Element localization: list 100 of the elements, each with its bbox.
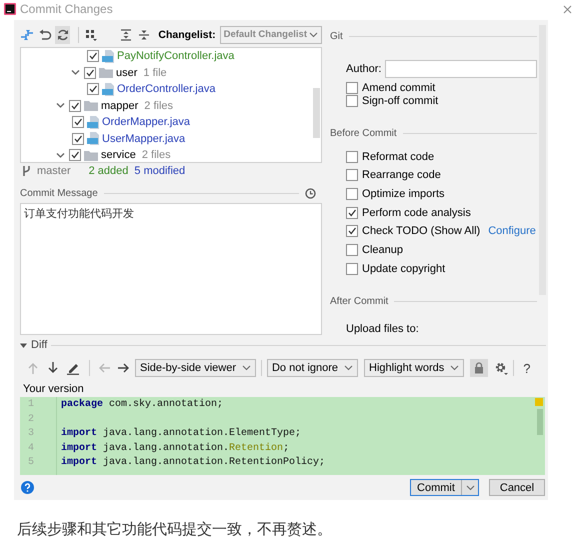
option-label: Optimize imports bbox=[362, 188, 445, 200]
pencil-icon[interactable] bbox=[66, 361, 80, 375]
lock-button[interactable] bbox=[470, 359, 488, 377]
checkbox[interactable] bbox=[346, 206, 358, 219]
folder-icon bbox=[99, 67, 113, 78]
section-title: After Commit bbox=[330, 296, 388, 307]
file-count: 2 files bbox=[142, 149, 171, 162]
move-changes-icon[interactable] bbox=[20, 28, 34, 42]
change-marker bbox=[535, 398, 543, 406]
scrollbar[interactable] bbox=[313, 88, 320, 138]
configure-link[interactable]: Configure bbox=[488, 225, 536, 238]
checkbox[interactable] bbox=[84, 66, 96, 79]
scrollbar[interactable] bbox=[537, 409, 543, 435]
collapse-all-icon[interactable] bbox=[137, 28, 152, 42]
caret-icon bbox=[242, 365, 251, 371]
section-title: Diff bbox=[31, 339, 48, 351]
changelist-label: Changelist: bbox=[158, 28, 216, 41]
chevron-icon[interactable] bbox=[56, 101, 64, 110]
group-by-icon[interactable] bbox=[84, 28, 98, 42]
help-button[interactable]: ? bbox=[523, 360, 530, 376]
java-file-icon bbox=[102, 82, 114, 96]
upload-label: Upload files to: bbox=[346, 323, 420, 335]
folder-name[interactable]: user bbox=[116, 66, 138, 79]
author-label: Author: bbox=[346, 63, 382, 75]
checkbox[interactable] bbox=[346, 225, 358, 238]
section-title: Commit Message bbox=[20, 188, 98, 200]
line-number: 4 bbox=[27, 442, 36, 456]
settings-icon[interactable] bbox=[494, 361, 508, 375]
line-number: 1 bbox=[27, 399, 36, 412]
file-name[interactable]: UserMapper.java bbox=[102, 132, 186, 145]
added-count: 2 added bbox=[88, 165, 128, 178]
folder-icon bbox=[84, 150, 98, 161]
section-title: Git bbox=[330, 31, 343, 42]
checkbox[interactable] bbox=[69, 149, 81, 162]
checkbox[interactable] bbox=[346, 95, 358, 108]
line-number: 2 bbox=[27, 414, 36, 426]
checkbox[interactable] bbox=[346, 188, 358, 200]
checkbox[interactable] bbox=[346, 169, 358, 182]
checkbox[interactable] bbox=[346, 150, 358, 163]
highlight-dropdown[interactable]: Highlight words bbox=[364, 359, 464, 377]
caret-icon bbox=[344, 365, 354, 371]
close-icon[interactable] bbox=[563, 4, 572, 14]
app-icon bbox=[4, 3, 16, 15]
caption-text: 后续步骤和其它功能代码提交一致，不再赘述。 bbox=[17, 520, 333, 539]
checkbox[interactable] bbox=[72, 132, 84, 145]
java-file-icon bbox=[87, 116, 99, 129]
option-label: Update copyright bbox=[362, 262, 446, 275]
section-title: Before Commit bbox=[330, 128, 397, 140]
checkbox[interactable] bbox=[69, 100, 81, 112]
ignore-dropdown[interactable]: Do not ignore bbox=[266, 359, 358, 377]
java-file-icon bbox=[102, 50, 114, 63]
checkbox[interactable] bbox=[346, 82, 358, 94]
caret-icon bbox=[466, 484, 474, 490]
file-name[interactable]: PayNotifyController.java bbox=[117, 50, 234, 62]
code-line: import java.lang.annotation.RetentionPolicy; bbox=[61, 457, 326, 470]
code-line: import java.lang.annotation.ElementType; bbox=[61, 428, 302, 441]
commit-message-field[interactable]: 订单支付功能代码开发 bbox=[20, 203, 322, 335]
author-field[interactable] bbox=[385, 60, 537, 78]
folder-icon bbox=[84, 100, 98, 112]
help-icon[interactable] bbox=[21, 481, 34, 494]
expand-all-icon[interactable] bbox=[119, 28, 134, 42]
file-count: 2 files bbox=[144, 100, 174, 112]
file-name[interactable]: OrderMapper.java bbox=[102, 116, 190, 128]
checkbox[interactable] bbox=[87, 50, 99, 62]
cancel-button[interactable]: Cancel bbox=[489, 479, 545, 496]
checkbox[interactable] bbox=[346, 244, 358, 256]
caret-icon bbox=[308, 32, 318, 38]
folder-name[interactable]: service bbox=[101, 149, 136, 162]
option-label: Reformat code bbox=[362, 150, 434, 163]
refresh-icon[interactable] bbox=[56, 28, 70, 42]
option-label: Perform code analysis bbox=[362, 206, 471, 219]
checkbox[interactable] bbox=[87, 83, 99, 96]
chevron-icon[interactable] bbox=[56, 150, 64, 160]
chevron-icon[interactable] bbox=[70, 68, 80, 78]
folder-name[interactable]: mapper bbox=[101, 100, 138, 112]
collapse-icon[interactable] bbox=[20, 342, 27, 348]
modified-count: 5 modified bbox=[134, 165, 186, 178]
lock-icon bbox=[474, 362, 484, 374]
option-label: Cleanup bbox=[362, 244, 403, 256]
branch-name[interactable]: master bbox=[37, 165, 71, 178]
checkbox[interactable] bbox=[346, 262, 358, 275]
version-label: Your version bbox=[23, 383, 85, 395]
down-arrow-icon[interactable] bbox=[46, 361, 60, 375]
file-name[interactable]: OrderController.java bbox=[117, 83, 216, 96]
java-file-icon bbox=[87, 132, 99, 146]
branch-icon bbox=[22, 165, 31, 178]
commit-button[interactable]: Commit bbox=[410, 479, 479, 496]
option-label: Rearrange code bbox=[362, 169, 441, 182]
line-number: 3 bbox=[27, 428, 36, 441]
undo-icon[interactable] bbox=[38, 28, 52, 42]
caret-icon bbox=[450, 365, 460, 371]
right-arrow-icon[interactable] bbox=[117, 361, 131, 375]
code-line: import java.lang.annotation.Retention; bbox=[61, 442, 290, 456]
checkbox[interactable] bbox=[72, 116, 84, 128]
viewer-dropdown[interactable]: Side-by-side viewer bbox=[135, 359, 256, 377]
history-icon[interactable] bbox=[305, 188, 316, 200]
line-number: 5 bbox=[27, 457, 36, 470]
option-label: Check TODO (Show All) bbox=[362, 225, 480, 238]
option-label: Sign-off commit bbox=[362, 95, 438, 108]
code-line: package com.sky.annotation; bbox=[61, 399, 224, 412]
